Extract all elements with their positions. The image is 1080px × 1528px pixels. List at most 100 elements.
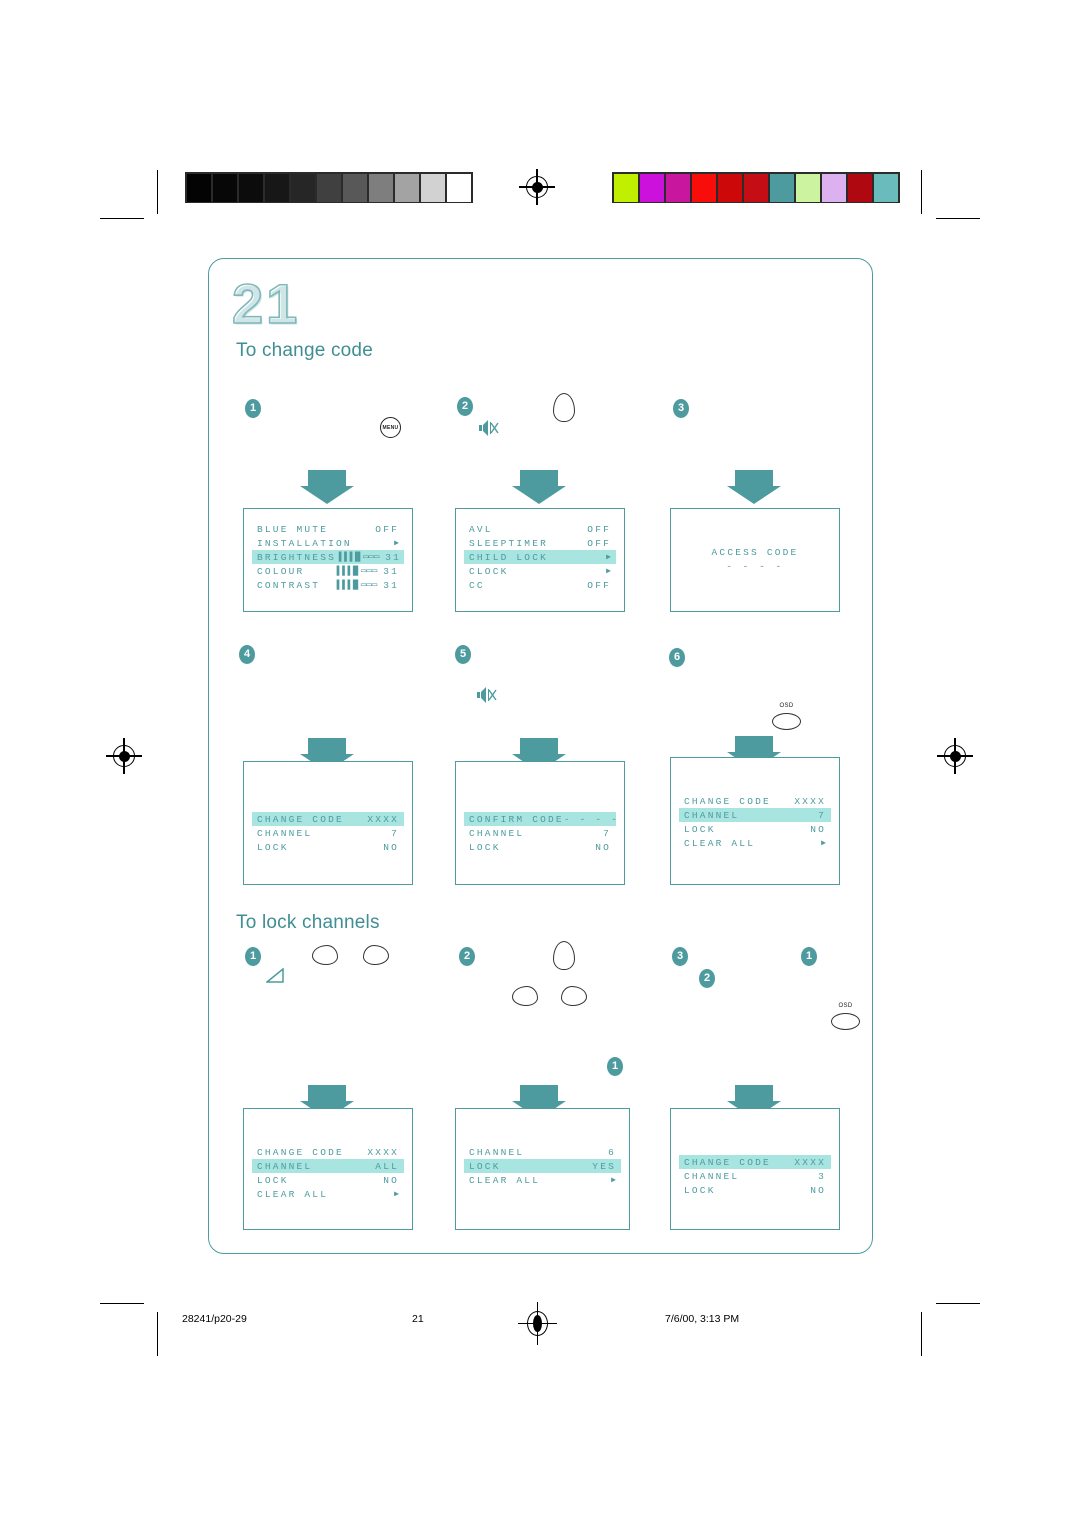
section-title-lock-channels: To lock channels <box>236 912 380 933</box>
osd-item-label: LOCK <box>257 1174 289 1186</box>
osd-item-label: AVL <box>469 523 493 535</box>
osd-menu-item[interactable]: CONTRAST ▐▐▐▐▌▭▭▭ 31 <box>252 578 404 592</box>
color-patch-5 <box>717 173 743 202</box>
color-patch-6 <box>743 173 769 202</box>
osd-item-label: CHILD LOCK <box>469 551 549 563</box>
gray-patch-10 <box>420 173 446 202</box>
osd-menu-item[interactable]: CHANNEL 7 <box>252 826 404 840</box>
osd-menu-item[interactable]: LOCK NO <box>252 1173 404 1187</box>
osd-item-value: NO <box>595 841 611 853</box>
osd-menu-item[interactable]: LOCK NO <box>252 840 404 854</box>
registration-mark-left <box>106 738 142 774</box>
color-patch-11 <box>873 173 899 202</box>
gray-patch-4 <box>264 173 290 202</box>
osd-menu-item[interactable]: CHILD LOCK ▶ <box>464 550 616 564</box>
footer-timestamp: 7/6/00, 3:13 PM <box>665 1313 740 1325</box>
osd-item-label: CHANNEL <box>469 1146 525 1158</box>
osd-menu-item[interactable]: CLEAR ALL ▶ <box>464 1173 621 1187</box>
osd-submenu-arrow-icon: ▶ <box>821 839 826 848</box>
osd-item-label: CHANGE CODE <box>257 1146 344 1158</box>
osd-menu-item[interactable]: CHANGE CODE XXXX <box>679 794 831 808</box>
footer-doc-id: 28241/p20-29 <box>182 1313 247 1325</box>
osd-key-button[interactable]: OSD <box>772 703 801 730</box>
osd-submenu-arrow-icon: ▶ <box>394 1190 399 1199</box>
gray-patch-11 <box>446 173 472 202</box>
osd-item-value: NO <box>383 1174 399 1186</box>
right-cursor-key[interactable] <box>363 945 389 965</box>
osd-menu-item[interactable]: CLOCK ▶ <box>464 564 616 578</box>
osd-item-label: CHANNEL <box>257 827 313 839</box>
up-cursor-key[interactable] <box>553 393 575 422</box>
osd-menu-item[interactable]: LOCK NO <box>679 822 831 836</box>
osd-key-button[interactable]: OSD <box>831 1003 860 1030</box>
osd-item-label: LOCK <box>469 1160 501 1172</box>
osd-menu-item[interactable]: LOCK NO <box>464 840 616 854</box>
osd-menu-item[interactable]: LOCK YES <box>464 1159 621 1173</box>
osd-menu-item[interactable]: BLUE MUTE OFF <box>252 522 404 536</box>
osd-menu-item[interactable]: CHANGE CODE XXXX <box>252 1145 404 1159</box>
color-patch-8 <box>795 173 821 202</box>
osd-menu-item[interactable]: BRIGHTNESS ▐▐▐▐▌▭▭▭ 31 <box>252 550 404 564</box>
lock-step-badge-3: 3 <box>672 947 688 966</box>
gray-patch-9 <box>394 173 420 202</box>
osd-key-label: OSD <box>779 703 794 709</box>
osd-menu-item[interactable]: CONFIRM CODE - - - - <box>464 812 617 826</box>
osd-menu-item[interactable]: AVL OFF <box>464 522 616 536</box>
lock-step-badge-5: 1 <box>607 1057 623 1076</box>
osd-screen-1: BLUE MUTE OFF INSTALLATION ▶ BRIGHTNESS ▐▐▐▐▌… <box>243 508 413 612</box>
step-badge-3: 3 <box>673 399 689 418</box>
osd-menu-item[interactable]: CHANGE CODE XXXX <box>252 812 404 826</box>
left-cursor-key[interactable] <box>312 945 338 965</box>
osd-menu-item[interactable]: CLEAR ALL ▶ <box>679 836 831 850</box>
grayscale-calibration-strip <box>185 172 473 203</box>
footer-page-number: 21 <box>412 1313 424 1325</box>
osd-menu-item[interactable]: CHANNEL 7 <box>679 808 831 822</box>
manual-page: 21 To change code To lock channels 1 2 3… <box>0 0 1080 1528</box>
osd-item-label: CLEAR ALL <box>257 1188 329 1200</box>
osd-menu-item[interactable]: CHANGE CODE XXXX <box>679 1155 831 1169</box>
lock-step-badge-3b: 2 <box>699 969 715 988</box>
lock-step-badge-2: 2 <box>459 947 475 966</box>
osd-menu-item[interactable]: INSTALLATION ▶ <box>252 536 404 550</box>
section-title-change-code: To change code <box>236 340 373 361</box>
menu-key-button[interactable]: MENU <box>380 417 401 438</box>
osd-menu-item[interactable]: CHANNEL 7 <box>464 826 616 840</box>
osd-item-value: NO <box>810 823 826 835</box>
crop-mark-top-left-h <box>100 218 144 220</box>
osd-menu-item[interactable]: CHANNEL 6 <box>464 1145 621 1159</box>
osd-menu-item[interactable]: CHANNEL 3 <box>679 1169 831 1183</box>
crop-mark-bottom-left-h <box>100 1303 144 1305</box>
osd-item-value: YES <box>592 1160 616 1172</box>
osd-item-label: LOCK <box>684 823 716 835</box>
osd-menu-item[interactable]: CHANNEL ALL <box>252 1159 404 1173</box>
color-patch-10 <box>847 173 873 202</box>
access-code-prompt: ACCESS CODE - - - - <box>671 547 839 572</box>
osd-item-label: BRIGHTNESS <box>257 551 337 563</box>
color-patch-3 <box>665 173 691 202</box>
osd-screen-4: CHANGE CODE XXXX CHANNEL 7 LOCK NO <box>243 761 413 885</box>
osd-item-value: 7 <box>818 809 826 821</box>
osd-menu-item[interactable]: LOCK NO <box>679 1183 831 1197</box>
left-cursor-key[interactable] <box>512 986 538 1006</box>
right-cursor-key[interactable] <box>561 986 587 1006</box>
osd-item-label: CHANNEL <box>684 809 740 821</box>
osd-item-value: OFF <box>375 523 399 535</box>
osd-menu-item[interactable]: SLEEPTIMER OFF <box>464 536 616 550</box>
volume-icon <box>264 967 288 984</box>
osd-item-label: COLOUR <box>257 565 305 577</box>
flow-arrow-1 <box>300 470 354 504</box>
osd-item-label: BLUE MUTE <box>257 523 329 535</box>
osd-item-value: OFF <box>587 537 611 549</box>
osd-menu-item[interactable]: COLOUR ▐▐▐▐▌▭▭▭ 31 <box>252 564 404 578</box>
osd-menu-item[interactable]: CLEAR ALL ▶ <box>252 1187 404 1201</box>
osd-menu-item[interactable]: CC OFF <box>464 578 616 592</box>
gray-patch-7 <box>342 173 368 202</box>
up-cursor-key[interactable] <box>553 941 575 970</box>
osd-screen-8: CHANNEL 6 LOCK YES CLEAR ALL ▶ <box>455 1108 630 1230</box>
color-patch-9 <box>821 173 847 202</box>
access-code-label: ACCESS CODE <box>711 547 799 558</box>
osd-item-label: INSTALLATION <box>257 537 352 549</box>
color-patch-7 <box>769 173 795 202</box>
osd-item-label: LOCK <box>469 841 501 853</box>
registration-mark-right <box>937 738 973 774</box>
